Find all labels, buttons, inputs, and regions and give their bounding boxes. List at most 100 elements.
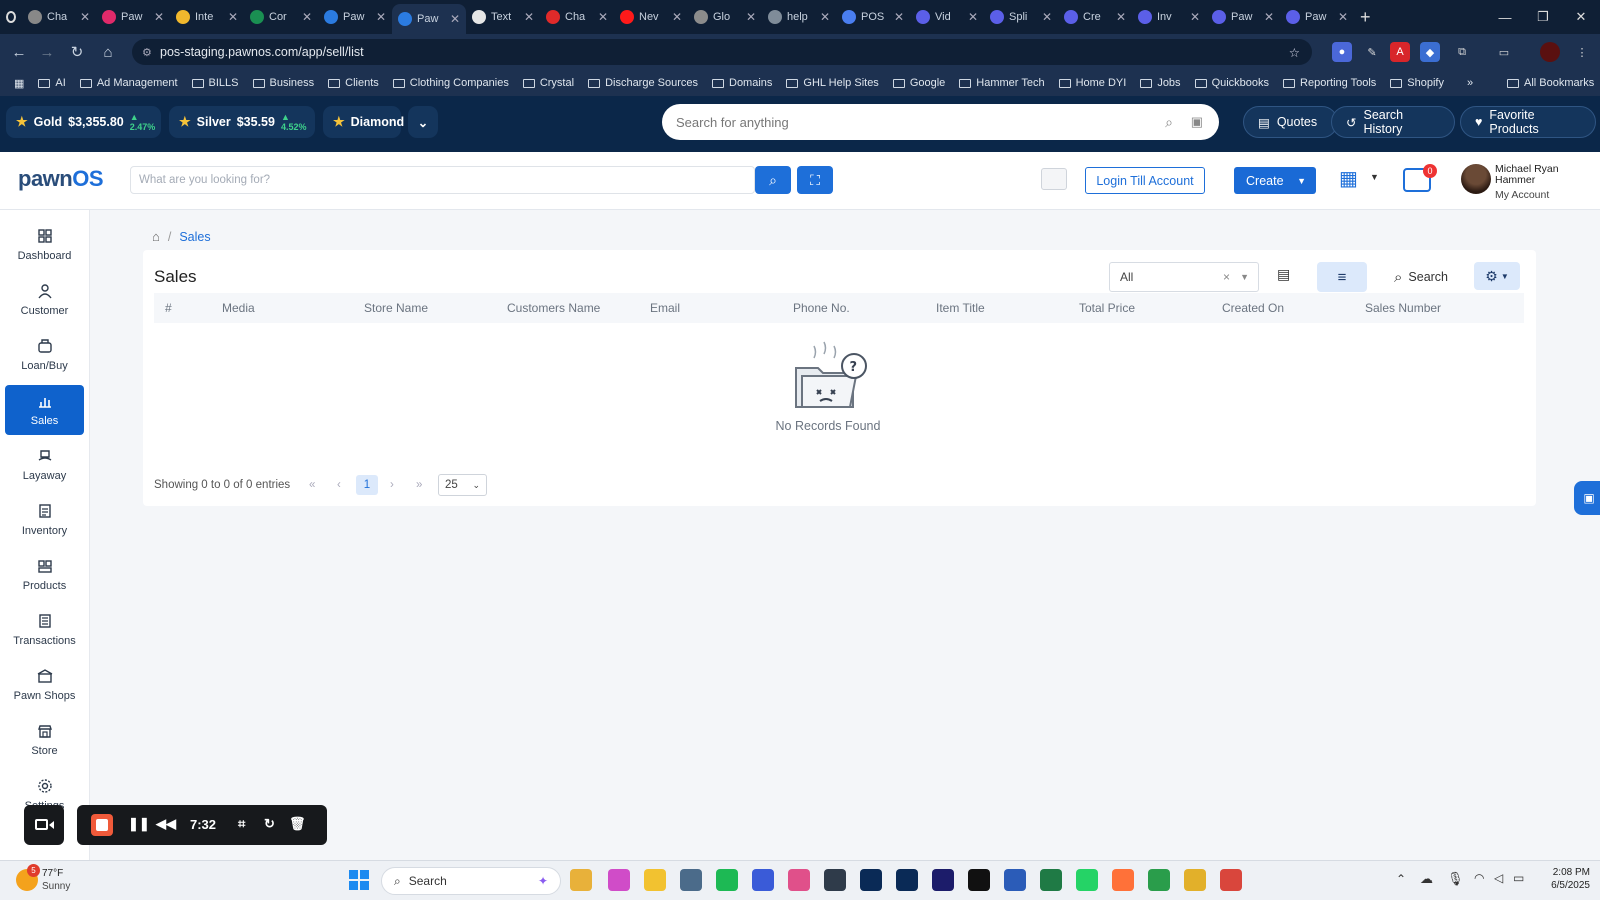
barcode-scan-button[interactable]: ⛶ <box>797 166 833 194</box>
notifications-icon[interactable]: 0 <box>1403 164 1437 192</box>
tray-chevron-icon[interactable]: ⌃ <box>1396 872 1406 886</box>
sidebar-item-store[interactable]: Store <box>5 715 84 765</box>
first-page-icon[interactable]: « <box>309 479 315 491</box>
status-filter-select[interactable]: All × ▼ <box>1109 262 1259 292</box>
forward-icon[interactable]: → <box>32 37 62 67</box>
photoshop-icon[interactable] <box>860 869 882 891</box>
weather-sun-icon[interactable]: 5 <box>16 864 40 891</box>
browser-tab[interactable]: Text ✕ <box>466 4 540 30</box>
tab-close-icon[interactable]: ✕ <box>80 10 90 24</box>
column-header[interactable]: Item Title <box>936 301 985 315</box>
pause-icon[interactable]: ❚❚ <box>128 816 150 832</box>
quotes-button[interactable]: ▤ Quotes <box>1243 106 1338 138</box>
extension-icon-2[interactable]: ◆ <box>1420 42 1440 62</box>
browser-tab[interactable]: Paw ✕ <box>392 4 466 34</box>
home-icon[interactable]: ⌂ <box>152 229 160 244</box>
column-header[interactable]: Customers Name <box>507 301 600 315</box>
new-tab-button[interactable]: + <box>1354 4 1384 30</box>
tab-close-icon[interactable]: ✕ <box>376 10 386 24</box>
photos-icon[interactable] <box>788 869 810 891</box>
bookmark-folder[interactable]: Discharge Sources <box>581 77 705 89</box>
app-search-button[interactable]: ⌕ <box>755 166 791 194</box>
bookmark-folder[interactable]: Hammer Tech <box>952 77 1051 89</box>
browser-tab[interactable]: Cre ✕ <box>1058 4 1132 30</box>
close-window-icon[interactable]: ✕ <box>1562 0 1600 34</box>
chat-bubble-icon[interactable]: ▣ <box>1574 481 1600 515</box>
notes-icon[interactable] <box>752 869 774 891</box>
reload-icon[interactable]: ↻ <box>62 37 92 67</box>
column-header[interactable]: Created On <box>1222 301 1284 315</box>
trash-icon[interactable]: 🗑 <box>289 816 306 832</box>
tab-close-icon[interactable]: ✕ <box>1116 10 1126 24</box>
tab-close-icon[interactable]: ✕ <box>1338 10 1348 24</box>
chrome-menu-icon[interactable] <box>0 4 22 30</box>
browser-tab[interactable]: Paw ✕ <box>318 4 392 30</box>
back-icon[interactable]: ← <box>4 37 34 67</box>
browser-tab[interactable]: Spli ✕ <box>984 4 1058 30</box>
stop-recording-button[interactable] <box>91 814 113 836</box>
spotify-icon[interactable] <box>716 869 738 891</box>
excel-icon[interactable] <box>1040 869 1062 891</box>
sort-align-icon[interactable]: ≡ <box>1317 262 1367 292</box>
table-search-button[interactable]: ⌕ Search <box>1394 262 1448 292</box>
browser-tab[interactable]: Vid ✕ <box>910 4 984 30</box>
bookmark-folder[interactable]: Domains <box>705 77 779 89</box>
bookmark-folder[interactable]: Business <box>246 77 322 89</box>
clear-icon[interactable]: × <box>1223 270 1230 284</box>
restart-icon[interactable]: ↻ <box>264 816 275 832</box>
minimize-icon[interactable]: — <box>1486 0 1524 34</box>
file-explorer-icon[interactable] <box>570 869 592 891</box>
bookmark-folder[interactable]: Quickbooks <box>1188 77 1276 89</box>
column-header[interactable]: Total Price <box>1079 301 1135 315</box>
gold-price-chip[interactable]: ★ Gold $3,355.80 ▲ 2.47% <box>6 106 161 138</box>
browser-tab[interactable]: Nev ✕ <box>614 4 688 30</box>
pen-extension-icon[interactable]: ✎ <box>1362 42 1382 62</box>
prev-page-icon[interactable]: ‹ <box>337 479 341 491</box>
tab-close-icon[interactable]: ✕ <box>1264 10 1274 24</box>
davinci-icon[interactable] <box>824 869 846 891</box>
favorite-products-button[interactable]: ♥ Favorite Products <box>1460 106 1596 138</box>
sidebar-item-products[interactable]: Products <box>5 550 84 600</box>
browser-tab[interactable]: Inte ✕ <box>170 4 244 30</box>
taskbar-clock[interactable]: 2:08 PM 6/5/2025 <box>1534 867 1590 891</box>
restore-icon[interactable]: ❐ <box>1524 0 1562 34</box>
browser-tab[interactable]: Paw ✕ <box>96 4 170 30</box>
browser-tab[interactable]: Inv ✕ <box>1132 4 1206 30</box>
extensions-puzzle-icon[interactable]: ⧉ <box>1452 42 1472 62</box>
browser-tab[interactable]: Paw ✕ <box>1280 4 1354 30</box>
tab-close-icon[interactable]: ✕ <box>302 10 312 24</box>
browser-tab[interactable]: POS ✕ <box>836 4 910 30</box>
wifi-icon[interactable]: ◠ <box>1474 871 1484 885</box>
chrome-more-icon[interactable]: ⋮ <box>1572 42 1592 62</box>
next-page-icon[interactable]: › <box>390 479 394 491</box>
capcut-icon[interactable] <box>968 869 990 891</box>
site-info-icon[interactable]: ⚙ <box>142 46 152 59</box>
tab-close-icon[interactable]: ✕ <box>894 10 904 24</box>
caret-down-icon[interactable]: ▼ <box>1370 172 1379 182</box>
grid-icon[interactable]: ⌗ <box>238 816 245 832</box>
tab-close-icon[interactable]: ✕ <box>968 10 978 24</box>
browser-tab[interactable]: help ✕ <box>762 4 836 30</box>
column-toggle-icon[interactable]: ▤ <box>1277 266 1290 283</box>
column-header[interactable]: Media <box>222 301 255 315</box>
volume-icon[interactable]: ◁ <box>1494 871 1503 885</box>
user-account-menu[interactable]: Michael Ryan Hammer My Account <box>1461 162 1591 202</box>
bookmark-folder[interactable]: Clothing Companies <box>386 77 516 89</box>
tab-close-icon[interactable]: ✕ <box>524 10 534 24</box>
chrome-alt-icon[interactable] <box>1220 869 1242 891</box>
bookmark-folder[interactable]: BILLS <box>185 77 246 89</box>
tab-close-icon[interactable]: ✕ <box>672 10 682 24</box>
bookmark-folder[interactable]: Crystal <box>516 77 581 89</box>
tab-close-icon[interactable]: ✕ <box>450 12 460 26</box>
rewind-icon[interactable]: ◀◀ <box>156 816 176 832</box>
browser-tab[interactable]: Cha ✕ <box>22 4 96 30</box>
tab-close-icon[interactable]: ✕ <box>1042 10 1052 24</box>
side-panel-icon[interactable]: ▭ <box>1494 42 1514 62</box>
login-till-account-button[interactable]: Login Till Account <box>1085 167 1205 194</box>
column-header[interactable]: Store Name <box>364 301 428 315</box>
sidebar-item-loan-buy[interactable]: Loan/Buy <box>5 330 84 380</box>
home-icon[interactable]: ⌂ <box>93 37 123 67</box>
extension-icon[interactable]: ● <box>1332 42 1352 62</box>
tab-close-icon[interactable]: ✕ <box>154 10 164 24</box>
windows-start-icon[interactable] <box>349 870 369 890</box>
